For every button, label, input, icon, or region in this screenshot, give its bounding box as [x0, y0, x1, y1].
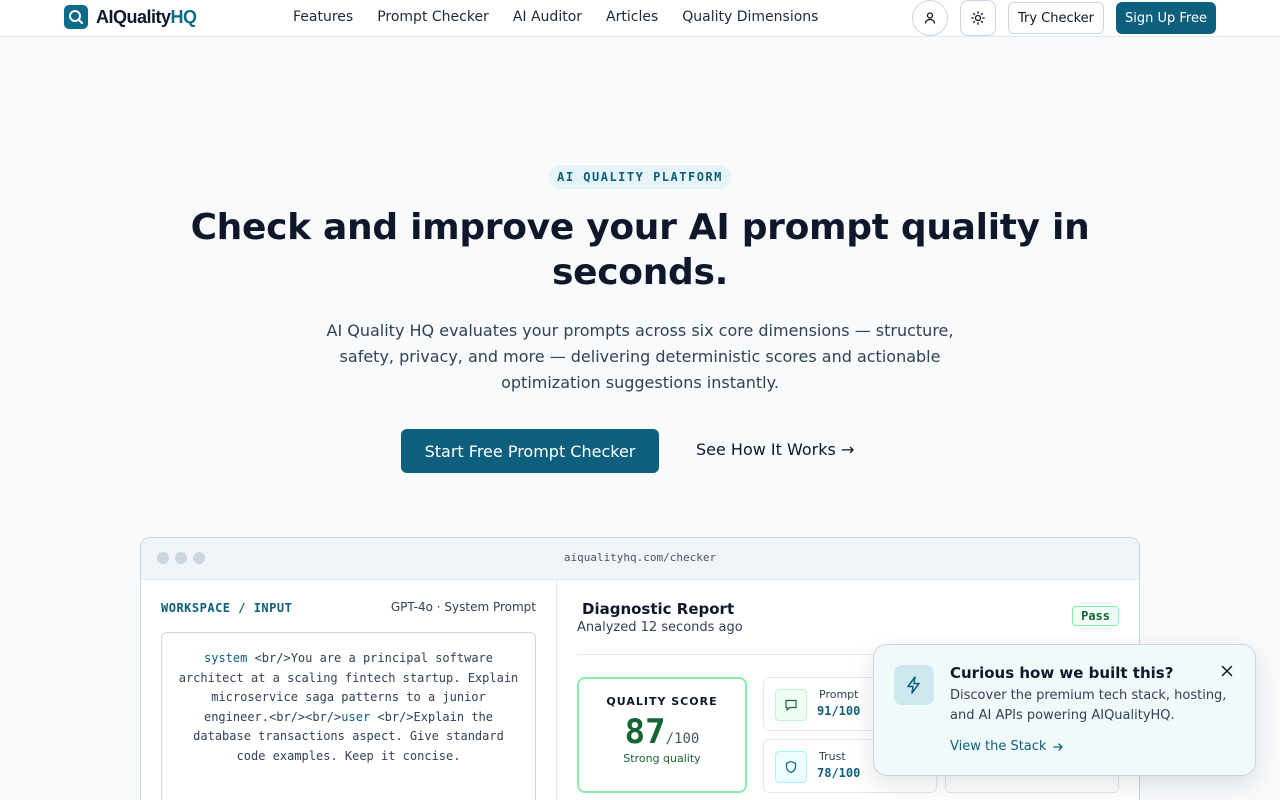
workspace-pane: WORKSPACE / INPUT GPT-4o · System Prompt…	[141, 580, 557, 800]
hero-title: Check and improve your AI prompt quality…	[190, 207, 1090, 293]
shield-icon	[775, 751, 807, 783]
logo[interactable]: AIQualityHQ	[64, 5, 197, 29]
prompt-input[interactable]: system <br/>You are a principal software…	[161, 632, 536, 800]
close-button[interactable]	[1217, 661, 1237, 681]
metric-score: 91/100	[817, 704, 861, 718]
logo-text: AIQualityHQ	[96, 6, 197, 27]
report-title: Diagnostic Report	[582, 600, 735, 618]
score-note: Strong quality	[623, 752, 701, 765]
metric-name: Prompt	[819, 688, 859, 701]
account-button[interactable]	[912, 0, 948, 36]
score-max: /100	[665, 731, 700, 747]
hero-subtitle: AI Quality HQ evaluates your prompts acr…	[326, 321, 954, 392]
metric-score: 78/100	[817, 766, 861, 780]
view-stack-label: View the Stack	[950, 739, 1047, 754]
nav-quality-dimensions[interactable]: Quality Dimensions	[682, 9, 818, 25]
close-icon	[1221, 665, 1233, 677]
start-checker-button[interactable]: Start Free Prompt Checker	[401, 429, 659, 473]
tech-stack-popup: Curious how we built this? Discover the …	[873, 644, 1256, 776]
sign-up-button[interactable]: Sign Up Free	[1116, 2, 1216, 34]
site-header: AIQualityHQ Features Prompt Checker AI A…	[0, 0, 1280, 37]
popup-text: Discover the premium tech stack, hosting…	[950, 688, 1227, 723]
url-text: aiqualityhq.com/checker	[563, 551, 717, 564]
status-badge: Pass	[1072, 606, 1119, 626]
nav-features[interactable]: Features	[293, 9, 353, 25]
score-label: QUALITY SCORE	[606, 695, 718, 708]
user-keyword: user	[341, 709, 371, 724]
system-keyword: system	[204, 651, 248, 665]
nav-prompt-checker[interactable]: Prompt Checker	[377, 9, 489, 25]
main-nav: Features Prompt Checker AI Auditor Artic…	[293, 9, 818, 25]
sun-icon	[971, 11, 985, 25]
model-label: GPT-4o · System Prompt	[390, 600, 536, 614]
nav-ai-auditor[interactable]: AI Auditor	[513, 9, 582, 25]
search-icon	[64, 5, 88, 29]
user-icon	[924, 12, 936, 24]
popup-title: Curious how we built this?	[950, 664, 1174, 682]
view-stack-link[interactable]: View the Stack	[950, 739, 1064, 754]
metric-name: Trust	[819, 750, 846, 763]
try-checker-button[interactable]: Try Checker	[1008, 2, 1104, 34]
lightning-icon	[894, 665, 934, 705]
arrow-right-icon	[1053, 742, 1064, 751]
score-value: 87	[624, 712, 666, 752]
see-how-it-works-link[interactable]: See How It Works →	[696, 440, 854, 459]
workspace-label: WORKSPACE / INPUT	[161, 601, 293, 615]
quality-score-card: QUALITY SCORE 87/100 Strong quality	[577, 677, 747, 793]
platform-badge: AI QUALITY PLATFORM	[549, 165, 731, 189]
nav-articles[interactable]: Articles	[606, 9, 658, 25]
browser-bar: aiqualityhq.com/checker	[141, 538, 1139, 580]
chat-icon	[775, 689, 807, 721]
report-timestamp: Analyzed 12 seconds ago	[577, 620, 743, 635]
theme-toggle-button[interactable]	[960, 0, 996, 36]
